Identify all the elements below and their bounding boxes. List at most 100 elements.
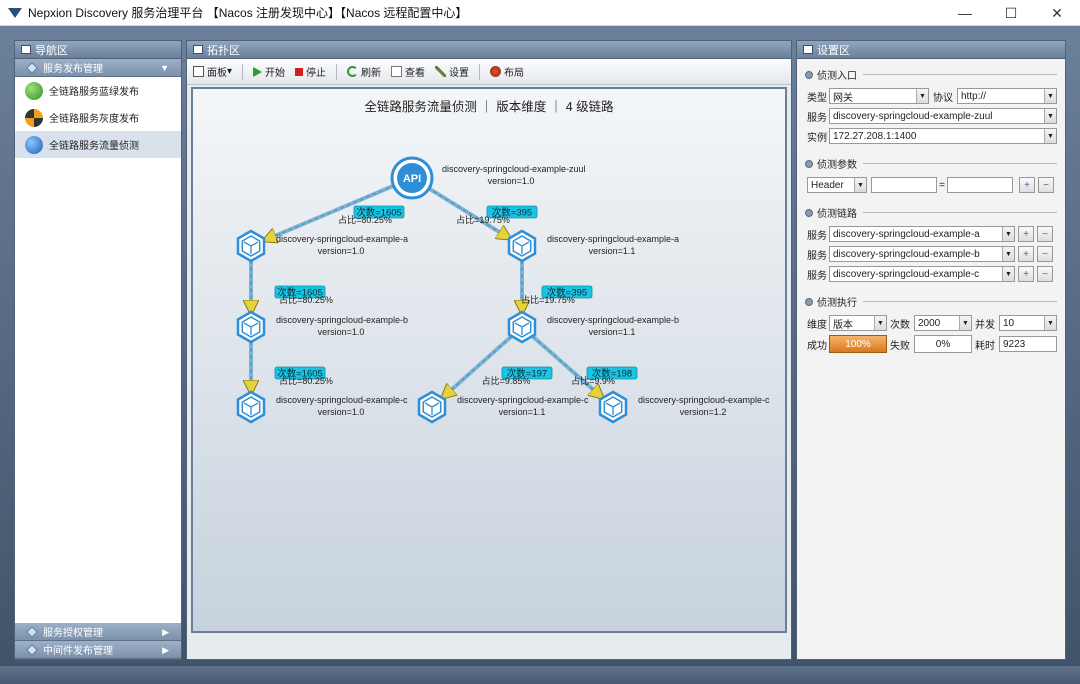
dropdown-arrow-icon: ▼	[916, 89, 928, 103]
edge-ratio-label: 占比=80.25%	[338, 214, 392, 225]
nav-item-flow-inspect[interactable]: 全链路服务流量侦测	[15, 131, 181, 158]
topology-panel-title: 拓扑区	[207, 44, 240, 57]
canvas-title: 全链路服务流量侦测 ｜ 版本维度 ｜ 4 级链路	[364, 99, 614, 114]
instance-label: 实例	[807, 132, 827, 144]
node-name-label: discovery-springcloud-example-zuul	[442, 164, 586, 174]
layout-icon	[490, 66, 502, 77]
times-label: 次数	[890, 319, 910, 331]
param-type-select[interactable]: Header ▼	[807, 177, 867, 193]
blue-green-icon	[25, 81, 43, 100]
node-version-label: version=1.1	[589, 327, 636, 337]
dimension-label: 维度	[807, 319, 827, 331]
entry-service-value: discovery-springcloud-example-zuul	[833, 110, 993, 122]
start-button[interactable]: 开始	[253, 64, 285, 79]
maximize-button[interactable]: ☐	[988, 0, 1034, 26]
section-params: 侦测参数	[805, 156, 1057, 171]
chain-row: 服务 discovery-springcloud-example-a ▼ + −	[807, 226, 1057, 242]
settings-label: 设置	[449, 68, 470, 79]
stop-label: 停止	[306, 68, 327, 79]
edge-ratio-label: 占比=19.75%	[521, 294, 575, 305]
group-diamond-icon	[26, 625, 38, 638]
close-button[interactable]: ✕	[1034, 0, 1080, 26]
entry-service-select[interactable]: discovery-springcloud-example-zuul ▼	[829, 108, 1057, 124]
topology-panel-icon	[193, 45, 203, 54]
nav-group-label: 服务发布管理	[43, 64, 103, 75]
group-diamond-icon	[26, 61, 38, 74]
times-select[interactable]: 2000 ▼	[914, 315, 972, 331]
service-node	[236, 310, 266, 344]
layout-button[interactable]: 布局	[490, 64, 524, 79]
node-name-label: discovery-springcloud-example-c	[457, 395, 589, 405]
chain-row: 服务 discovery-springcloud-example-b ▼ + −	[807, 246, 1057, 262]
node-version-label: version=1.1	[589, 246, 636, 256]
section-bullet-icon	[805, 297, 813, 306]
section-exec-title: 侦测执行	[817, 298, 857, 309]
node-version-label: version=1.0	[318, 327, 365, 337]
nav-panel-header: 导航区	[15, 41, 181, 59]
dropdown-arrow-icon: ▼	[1002, 227, 1014, 241]
protocol-select[interactable]: http:// ▼	[957, 88, 1057, 104]
remove-chain-button[interactable]: −	[1037, 226, 1053, 242]
chain-service-select[interactable]: discovery-springcloud-example-b ▼	[829, 246, 1015, 262]
edge-ratio-label: 占比=80.25%	[279, 375, 333, 386]
section-chain-title: 侦测链路	[817, 209, 857, 220]
node-version-label: version=1.0	[318, 246, 365, 256]
chain-service-select[interactable]: discovery-springcloud-example-a ▼	[829, 226, 1015, 242]
remove-chain-button[interactable]: −	[1037, 266, 1053, 282]
node-name-label: discovery-springcloud-example-b	[276, 315, 408, 325]
dropdown-arrow-icon: ▼	[1044, 89, 1056, 103]
remove-chain-button[interactable]: −	[1037, 246, 1053, 262]
chevron-down-icon: ▼	[160, 63, 169, 73]
nav-item-blue-green[interactable]: 全链路服务蓝绿发布	[15, 77, 181, 104]
app-logo-icon	[8, 7, 22, 18]
section-entry: 侦测入口	[805, 67, 1057, 82]
node-name-label: discovery-springcloud-example-a	[547, 234, 679, 244]
panel-menu-button[interactable]: 面板 ▾	[193, 64, 232, 79]
node-version-label: version=1.0	[318, 407, 365, 417]
type-select[interactable]: 网关 ▼	[829, 88, 929, 104]
chain-service-select[interactable]: discovery-springcloud-example-c ▼	[829, 266, 1015, 282]
edge-ratio-label: 占比=80.25%	[279, 294, 333, 305]
node-name-label: discovery-springcloud-example-b	[547, 315, 679, 325]
dimension-select[interactable]: 版本 ▼	[829, 315, 887, 331]
document-icon	[391, 66, 403, 77]
api-gateway-node: API	[390, 156, 434, 200]
concurrency-select[interactable]: 10 ▼	[999, 315, 1057, 331]
add-chain-button[interactable]: +	[1018, 226, 1034, 242]
entry-instance-select[interactable]: 172.27.208.1:1400 ▼	[829, 128, 1057, 144]
chevron-right-icon: ▶	[162, 645, 169, 655]
dropdown-arrow-icon: ▼	[1002, 267, 1014, 281]
protocol-select-value: http://	[961, 90, 987, 102]
nav-group-service-release[interactable]: 服务发布管理 ▼	[15, 59, 181, 77]
minimize-button[interactable]: —	[942, 0, 988, 26]
nav-item-label: 全链路服务流量侦测	[49, 141, 139, 152]
layout-label: 布局	[504, 68, 525, 79]
refresh-button[interactable]: 刷新	[347, 64, 381, 79]
chain-service-label: 服务	[807, 230, 827, 242]
nav-group-auth[interactable]: 服务授权管理 ▶	[15, 623, 181, 641]
entry-instance-value: 172.27.208.1:1400	[833, 130, 917, 142]
view-button[interactable]: 查看	[391, 64, 425, 79]
nav-panel-icon	[21, 45, 31, 54]
settings-button[interactable]: 设置	[435, 64, 469, 79]
section-bullet-icon	[805, 159, 813, 168]
stop-button[interactable]: 停止	[295, 64, 326, 79]
topology-canvas[interactable]: 全链路服务流量侦测 ｜ 版本维度 ｜ 4 级链路 次数=1605 占比=80.25…	[191, 87, 787, 633]
param-value-input[interactable]	[947, 177, 1013, 193]
add-chain-button[interactable]: +	[1018, 266, 1034, 282]
nav-panel: 导航区 服务发布管理 ▼ 全链路服务蓝绿发布 全链路服务灰度发布 全链路服务流量…	[14, 40, 182, 660]
service-node	[507, 229, 537, 263]
add-chain-button[interactable]: +	[1018, 246, 1034, 262]
param-key-input[interactable]	[871, 177, 937, 193]
edge-ratio-label: 占比=9.9%	[571, 375, 615, 386]
entry-service-row: 服务 discovery-springcloud-example-zuul ▼	[807, 108, 1057, 124]
service-label: 服务	[807, 112, 827, 124]
topology-toolbar: 面板 ▾ 开始 停止 刷新 查看 设置 布局	[187, 59, 791, 85]
nav-group-middleware[interactable]: 中间件发布管理 ▶	[15, 641, 181, 659]
refresh-label: 刷新	[361, 68, 382, 79]
node-version-label: version=1.2	[680, 407, 727, 417]
nav-item-gray[interactable]: 全链路服务灰度发布	[15, 104, 181, 131]
remove-param-button[interactable]: −	[1038, 177, 1054, 193]
type-label: 类型	[807, 92, 827, 104]
add-param-button[interactable]: +	[1019, 177, 1035, 193]
